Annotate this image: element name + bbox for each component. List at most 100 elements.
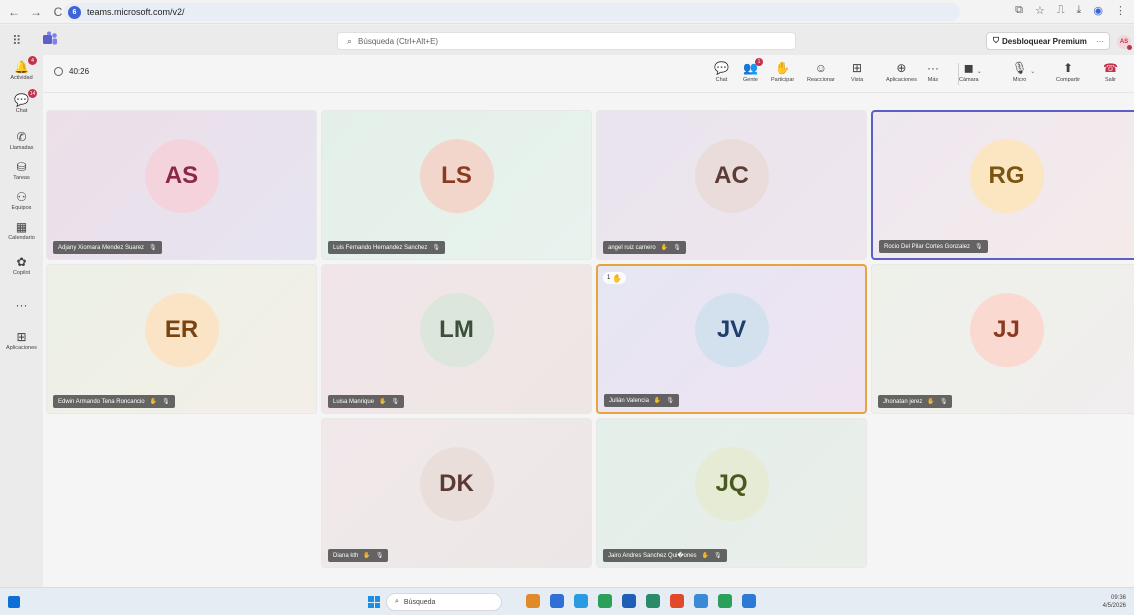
participant-avatar: AS [144, 139, 219, 214]
meeting-timer-value: 40:26 [69, 67, 90, 76]
toolbar-micro-button[interactable]: 🎙 ⌄ Micro [1012, 61, 1035, 83]
participant-name-tag: Luisa Manrique ✋ 🎙 [328, 395, 405, 408]
participant-tile[interactable]: LM Luisa Manrique ✋ 🎙 [321, 264, 592, 414]
participant-name: Rocio Del Pilar Cortes Gonzalez [884, 243, 971, 250]
rail-item-tareas[interactable]: ⛁ Tareas [0, 160, 43, 181]
participant-tile[interactable]: JQ Jairo Andres Sanchez Qui�ones ✋ 🎙 [596, 418, 867, 568]
participant-tile[interactable]: AC angel ruiz camero ✋ 🎙 [596, 110, 867, 260]
participant-avatar: LM [419, 293, 494, 368]
toolbar-aplicaciones-button[interactable]: ⊕ Aplicaciones [886, 61, 917, 83]
system-clock[interactable]: 09:36 4/5/2026 [1103, 594, 1126, 610]
participant-tile[interactable]: AS Adjany Xiomara Mendez Suarez 🎙 [46, 110, 317, 260]
chevron-down-icon[interactable]: ⌄ [977, 65, 982, 80]
rail-item-llamadas[interactable]: ✆ Llamadas [0, 130, 43, 151]
raised-hand-order: 1 [607, 275, 611, 281]
search-placeholder: Búsqueda (Ctrl+Alt+E) [358, 36, 439, 46]
address-bar[interactable]: 6 teams.microsoft.com/v2/ [64, 3, 960, 21]
participant-name-tag: Julián Valencia ✋ 🎙 [604, 394, 680, 407]
taskbar-app-icon[interactable] [694, 594, 708, 608]
more-options-icon[interactable]: ··· [1096, 37, 1104, 46]
participant-tile[interactable]: JV 1 ✋ Julián Valencia ✋ 🎙 [596, 264, 867, 414]
toolbar-gente-button[interactable]: 👥 1 Gente [743, 58, 763, 83]
taskbar-app-icon[interactable] [598, 594, 612, 608]
taskbar-app-icon[interactable] [622, 594, 636, 608]
participant-tile[interactable]: JJ Jhonatan jerez ✋ 🎙 [871, 264, 1134, 414]
presence-dot [1127, 45, 1132, 50]
taskbar-app-icon[interactable] [550, 594, 564, 608]
participant-avatar: AC [694, 139, 769, 214]
widgets-icon[interactable] [8, 596, 20, 608]
rail-item-more[interactable]: ··· [0, 298, 43, 312]
rail-item-label: Actividad [10, 75, 33, 81]
participant-tile[interactable]: LS Luis Fernando Hernandez Sanchez 🎙 [321, 110, 592, 260]
rail-item-aplicaciones[interactable]: ⊞ Aplicaciones [0, 330, 43, 351]
participant-name-tag: Diana kth ✋ 🎙 [328, 549, 389, 562]
rail-item-copilot[interactable]: ✿ Copilot [0, 255, 43, 276]
participant-tile[interactable]: ER Edwin Armando Tena Roncancio ✋ 🎙 [46, 264, 317, 414]
toolbar-mas-button[interactable]: ··· Más [927, 61, 939, 83]
mic-muted-icon: 🎙 [432, 245, 441, 251]
diamond-icon: ⛉ [993, 36, 999, 45]
rail-item-actividad[interactable]: 🔔 4 Actividad [0, 56, 43, 81]
toolbar-participar-button[interactable]: ✋ Participar [771, 61, 794, 83]
toolbar-reaccionar-button[interactable]: ☺ Reaccionar [807, 61, 835, 83]
taskbar-app-icon[interactable] [718, 594, 732, 608]
raised-hand-indicator: 1 ✋ [603, 272, 627, 284]
mic-muted-icon: 🎙 [375, 553, 384, 559]
add-app-icon: ⊕ [896, 61, 907, 75]
participant-name-tag: Edwin Armando Tena Roncancio ✋ 🎙 [53, 395, 175, 408]
back-icon[interactable]: ← [6, 4, 22, 20]
chevron-down-icon[interactable]: ⌄ [1030, 65, 1035, 80]
participant-name: angel ruiz camero [608, 244, 656, 251]
tasks-icon: ⛁ [16, 160, 27, 174]
taskbar-app-icon[interactable] [526, 594, 540, 608]
rail-item-label: Llamadas [9, 145, 34, 151]
extensions-icon[interactable]: ⎍ [1057, 4, 1065, 17]
rail-item-equipos[interactable]: ⚇ Equipos [0, 190, 43, 211]
mic-muted-icon: 🎙 [714, 553, 722, 559]
participant-avatar: LS [419, 139, 494, 214]
downloads-icon[interactable]: ⤓ [1077, 4, 1082, 17]
hand-status-icon: ✋ [701, 553, 710, 559]
rail-item-chat[interactable]: 💬 14 Chat [0, 89, 43, 114]
windows-start-icon[interactable] [368, 596, 380, 608]
taskbar-app-icon[interactable] [646, 594, 660, 608]
user-avatar[interactable]: AS [1117, 35, 1132, 50]
toolbar-salir-button[interactable]: ☎ Salir [1103, 61, 1118, 83]
toolbar-chat-button[interactable]: 💬 Chat [714, 61, 729, 83]
taskbar-app-icon[interactable] [670, 594, 684, 608]
notification-badge: 14 [27, 89, 37, 98]
teams-logo-icon [43, 31, 57, 45]
taskbar-search-input[interactable]: ⌕ Búsqueda [386, 593, 502, 611]
search-input[interactable]: ⌕ Búsqueda (Ctrl+Alt+E) [337, 32, 796, 50]
toolbar-compartir-button[interactable]: ⬆ Compartir [1056, 61, 1080, 83]
toolbar-vista-button[interactable]: ⊞ Vista [851, 61, 863, 83]
unlock-premium-button[interactable]: ⛉ Desbloquear Premium ··· [986, 32, 1110, 50]
screen-cast-icon[interactable]: ⧉ [1015, 4, 1023, 17]
profile-icon[interactable]: ◉ [1093, 4, 1103, 17]
participant-tile[interactable]: DK Diana kth ✋ 🎙 [321, 418, 592, 568]
bookmark-star-icon[interactable]: ☆ [1035, 4, 1045, 17]
taskbar-app-icon[interactable] [574, 594, 588, 608]
people-count-badge: 1 [754, 58, 763, 66]
participant-name-tag: Rocio Del Pilar Cortes Gonzalez 🎙 [879, 240, 988, 253]
rail-item-calendario[interactable]: ▦ Calendario [0, 220, 43, 241]
toolbar-button-label: Aplicaciones [886, 77, 917, 83]
participant-tile[interactable]: RG Rocio Del Pilar Cortes Gonzalez 🎙 [871, 110, 1134, 260]
forward-icon[interactable]: → [28, 4, 44, 20]
mic-muted-icon: 🎙 [666, 398, 675, 404]
hang-up-icon: ☎ [1103, 61, 1118, 75]
rail-item-label: Chat [15, 108, 28, 114]
toolbar-camara-button[interactable]: ◼ ⌄ Cámara [959, 61, 982, 83]
participant-avatar: JV [694, 293, 769, 368]
camera-off-icon: ◼ ⌄ [964, 61, 982, 76]
browser-menu-icon[interactable]: ⋮ [1115, 4, 1126, 17]
taskbar-app-icon[interactable] [742, 594, 756, 608]
participant-name-tag: Jhonatan jerez ✋ 🎙 [878, 395, 953, 408]
participant-name: Diana kth [333, 552, 359, 559]
more-icon: ··· [927, 61, 939, 75]
phone-icon: ✆ [16, 130, 27, 144]
app-launcher-icon[interactable]: ⠿ [12, 33, 22, 49]
share-icon: ⬆ [1063, 61, 1074, 75]
participant-name: Adjany Xiomara Mendez Suarez [58, 244, 145, 251]
